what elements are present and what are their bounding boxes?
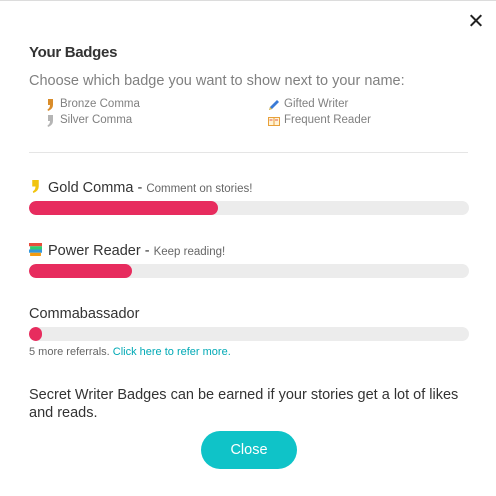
badge-progress-power-reader: Power Reader - Keep reading! [29,243,469,278]
referral-count: 5 more referrals. [29,346,110,358]
divider [29,152,468,153]
badge-hint: Keep reading! [153,246,226,258]
badge-option-label: Bronze Comma [60,98,140,110]
books-icon [29,243,42,256]
silver-comma-icon [47,115,53,127]
badge-hint: Comment on stories! [146,183,253,195]
gold-comma-icon [32,180,39,193]
progress-fill [29,264,133,278]
dialog-subtitle: Choose which badge you want to show next… [29,73,405,89]
badge-progress-gold-comma: Gold Comma - Comment on stories! [29,180,469,215]
close-icon[interactable] [466,11,486,31]
badge-progress-title: Gold Comma - Comment on stories! [29,180,469,196]
referral-note: 5 more referrals. Click here to refer mo… [29,346,231,358]
badge-option-frequent-reader[interactable]: Frequent Reader [268,114,371,126]
badge-option-bronze-comma[interactable]: Bronze Comma [47,98,140,111]
progress-fill [29,201,219,215]
badge-option-gifted-writer[interactable]: Gifted Writer [269,98,349,110]
secret-badges-note: Secret Writer Badges can be earned if yo… [29,387,459,421]
badge-option-label: Gifted Writer [284,98,349,110]
badge-name: Commabassador [29,306,140,322]
progress-track [29,327,469,341]
badge-option-label: Frequent Reader [284,114,371,126]
refer-link[interactable]: Click here to refer more. [113,346,231,358]
top-border [0,0,496,1]
badge-option-label: Silver Comma [60,114,133,126]
dialog-title: Your Badges [29,44,118,61]
progress-fill [29,327,43,341]
badge-progress-commabassador: Commabassador 5 more referrals. Click he… [29,306,469,358]
badge-progress-title: Power Reader - Keep reading! [29,243,469,259]
book-icon [268,117,280,126]
progress-track [29,264,469,278]
pen-icon [269,100,279,110]
badge-progress-title: Commabassador [29,306,469,322]
badge-name: Gold Comma [48,180,134,196]
bronze-comma-icon [47,99,53,111]
close-button[interactable]: Close [201,431,297,469]
separator: - [140,243,154,259]
badge-option-silver-comma[interactable]: Silver Comma [47,114,133,127]
progress-track [29,201,469,215]
badge-name: Power Reader [48,243,141,259]
separator: - [133,180,147,196]
